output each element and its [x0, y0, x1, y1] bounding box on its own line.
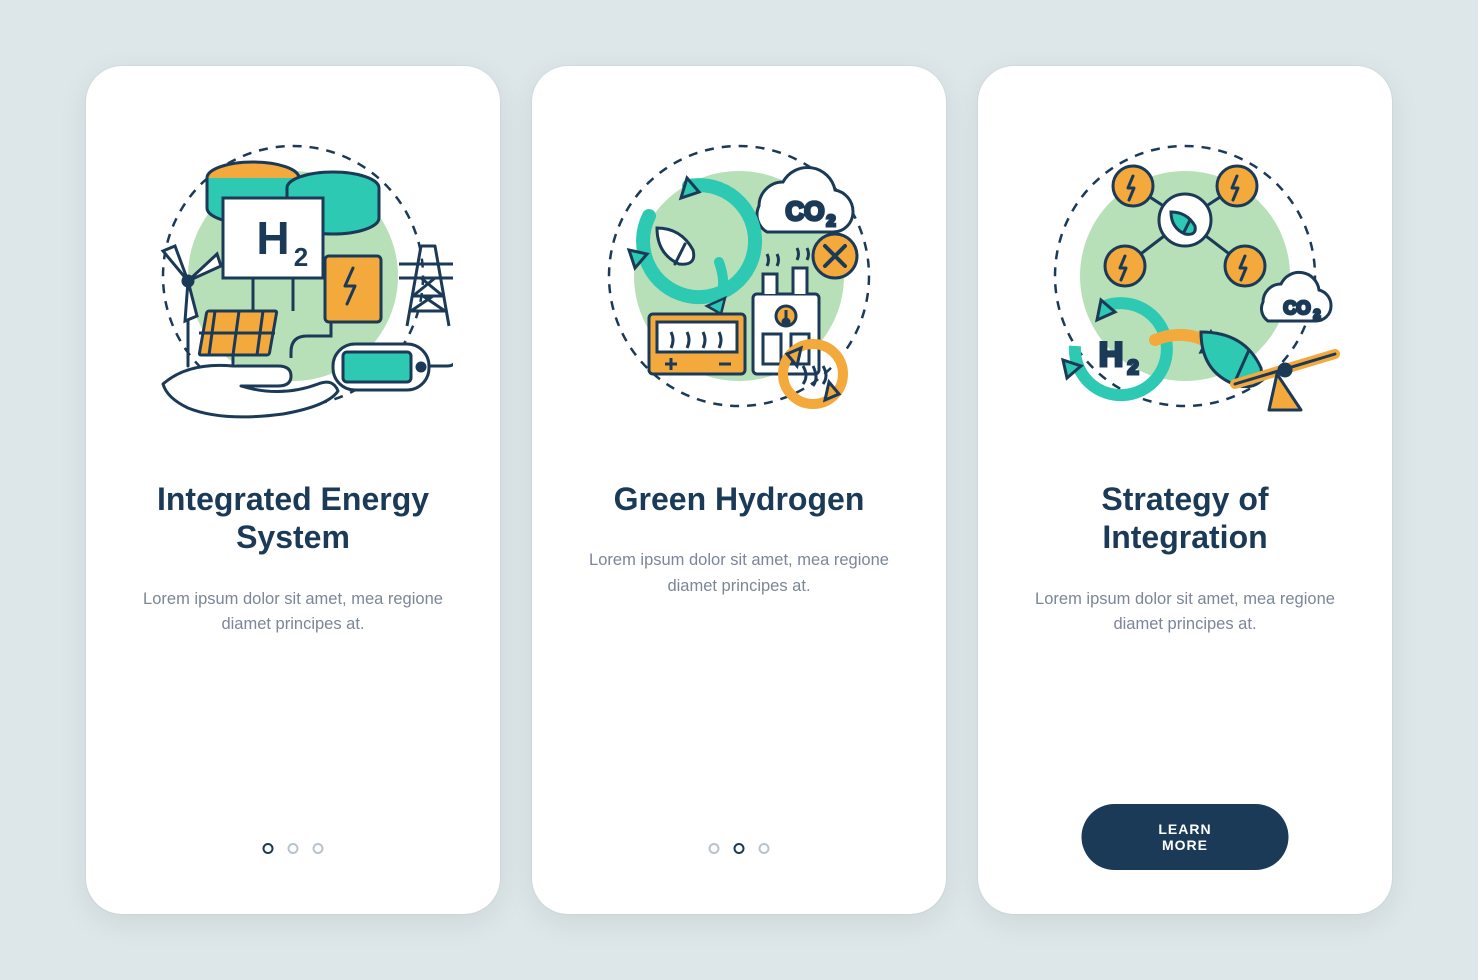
dot-3[interactable]	[313, 843, 324, 854]
page-indicator	[263, 843, 324, 854]
screen-desc: Lorem ipsum dolor sit amet, mea regione …	[143, 587, 443, 638]
page-indicator	[709, 843, 770, 854]
svg-text:CO: CO	[1284, 298, 1311, 318]
dot-3[interactable]	[759, 843, 770, 854]
onboarding-screen-1: H 2	[86, 66, 500, 914]
dot-2[interactable]	[288, 843, 299, 854]
learn-more-button[interactable]: LEARN MORE	[1082, 804, 1289, 870]
dot-1[interactable]	[263, 843, 274, 854]
screen-title: Integrated Energy System	[133, 480, 453, 557]
svg-text:2: 2	[827, 213, 836, 230]
screen-title: Green Hydrogen	[614, 480, 865, 518]
screen-desc: Lorem ipsum dolor sit amet, mea regione …	[589, 548, 889, 599]
svg-text:2: 2	[1314, 307, 1321, 321]
svg-text:CO: CO	[786, 196, 825, 226]
svg-text:H: H	[1099, 336, 1124, 374]
screen-desc: Lorem ipsum dolor sit amet, mea regione …	[1035, 587, 1335, 638]
svg-text:2: 2	[294, 242, 308, 272]
svg-text:H: H	[256, 212, 289, 264]
onboarding-screens: H 2	[86, 66, 1392, 914]
integrated-energy-icon: H 2	[133, 116, 453, 436]
dot-1[interactable]	[709, 843, 720, 854]
green-hydrogen-icon: CO 2	[579, 116, 899, 436]
onboarding-screen-2: CO 2	[532, 66, 946, 914]
strategy-integration-icon: CO 2 H 2	[1025, 116, 1345, 436]
dot-2[interactable]	[734, 843, 745, 854]
svg-text:2: 2	[1127, 357, 1138, 379]
onboarding-screen-3: CO 2 H 2	[978, 66, 1392, 914]
screen-title: Strategy of Integration	[1025, 480, 1345, 557]
